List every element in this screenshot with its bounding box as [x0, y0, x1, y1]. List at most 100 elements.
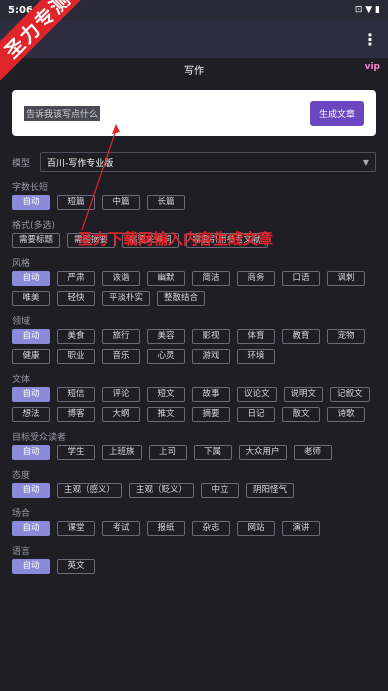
- option-chip[interactable]: 短篇: [57, 195, 95, 210]
- section-title: 字数长短: [12, 183, 49, 193]
- option-chip[interactable]: 中立: [201, 483, 240, 498]
- option-chip[interactable]: 需要标题: [12, 233, 61, 248]
- option-chip[interactable]: 美容: [147, 329, 185, 344]
- model-select-value: 百川-写作专业版: [47, 158, 114, 169]
- option-chip[interactable]: 杂志: [192, 521, 230, 536]
- option-chip[interactable]: 自动: [12, 559, 50, 574]
- chip-group: 自动 短信 评论 短文 故事 议论文 说明文 记叙文想法 博客 大纲 推文 摘要 日记 散文 诗歌: [12, 387, 376, 422]
- option-chip[interactable]: 课堂: [57, 521, 95, 536]
- option-chip[interactable]: 平淡朴实: [102, 291, 151, 306]
- app-bar: ⋮: [0, 20, 388, 58]
- option-chip[interactable]: 体育: [237, 329, 275, 344]
- option-chip[interactable]: 议论文: [237, 387, 277, 402]
- option-section: 字数长短自动 短篇 中篇 长篇: [0, 180, 388, 210]
- model-row: 模型 百川-写作专业版 ▼: [12, 152, 376, 172]
- option-chip[interactable]: 商务: [237, 271, 275, 286]
- option-chip[interactable]: 大纲: [102, 407, 140, 422]
- option-chip[interactable]: 博客: [57, 407, 95, 422]
- option-chip[interactable]: 美食: [57, 329, 95, 344]
- option-chip[interactable]: 讽刺: [327, 271, 365, 286]
- option-chip[interactable]: 长篇: [147, 195, 185, 210]
- chip-group: 自动 学生 上班族 上司 下属 大众用户 老师: [12, 445, 376, 460]
- option-chip[interactable]: 幽默: [147, 271, 185, 286]
- option-chip[interactable]: 下属: [193, 445, 232, 460]
- option-chip[interactable]: 自动: [12, 387, 50, 402]
- option-chip[interactable]: 自动: [12, 483, 50, 498]
- chip-group: 自动 短篇 中篇 长篇: [12, 195, 376, 210]
- option-chip[interactable]: 短信: [57, 387, 95, 402]
- option-chip[interactable]: 评论: [102, 387, 140, 402]
- chevron-down-icon: ▼: [362, 157, 369, 167]
- option-chip[interactable]: 诗歌: [327, 407, 365, 422]
- option-chip[interactable]: 教育: [282, 329, 320, 344]
- option-chip[interactable]: 散文: [282, 407, 320, 422]
- option-chip[interactable]: 主观（贬义）: [129, 483, 195, 498]
- option-chip[interactable]: 游戏: [192, 349, 230, 364]
- watermark-annotation: 圣力下载网输入内容生成文章: [78, 230, 274, 248]
- option-chip[interactable]: 环境: [237, 349, 275, 364]
- chip-group: 自动 英文: [12, 559, 376, 574]
- section-title: 领域: [12, 317, 31, 327]
- chip-group: 自动 课堂 考试 报纸 杂志 网站 演讲: [12, 521, 376, 536]
- option-chip[interactable]: 故事: [192, 387, 230, 402]
- option-chip[interactable]: 自动: [12, 271, 50, 286]
- option-chip[interactable]: 摘要: [192, 407, 230, 422]
- option-chip[interactable]: 主观（感义）: [57, 483, 123, 498]
- option-chip[interactable]: 记叙文: [330, 387, 370, 402]
- option-section: 场合自动 课堂 考试 报纸 杂志 网站 演讲: [0, 506, 388, 536]
- option-chip[interactable]: 推文: [147, 407, 185, 422]
- option-chip[interactable]: 唯美: [12, 291, 50, 306]
- option-chip[interactable]: 诙谐: [102, 271, 140, 286]
- model-select[interactable]: 百川-写作专业版 ▼: [40, 152, 376, 172]
- option-chip[interactable]: 轻快: [57, 291, 95, 306]
- option-chip[interactable]: 中篇: [102, 195, 140, 210]
- option-chip[interactable]: 演讲: [282, 521, 320, 536]
- section-title: 场合: [12, 509, 31, 519]
- option-chip[interactable]: 大众用户: [238, 445, 287, 460]
- option-chip[interactable]: 宠物: [327, 329, 365, 344]
- option-chip[interactable]: 报纸: [147, 521, 185, 536]
- option-chip[interactable]: 自动: [12, 445, 50, 460]
- option-section: 态度 自动 主观（感义） 主观（贬义） 中立 阴阳怪气: [0, 468, 388, 498]
- option-chip[interactable]: 阴阳怪气: [246, 483, 295, 498]
- generate-article-button[interactable]: 生成文章: [309, 100, 364, 126]
- option-chip[interactable]: 短文: [147, 387, 185, 402]
- status-icons: ⊡ ▼ ▮: [354, 5, 380, 15]
- option-section: 语言自动 英文: [0, 544, 388, 574]
- option-chip[interactable]: 想法: [12, 407, 50, 422]
- option-chip[interactable]: 简洁: [192, 271, 230, 286]
- option-chip[interactable]: 日记: [237, 407, 275, 422]
- option-chip[interactable]: 老师: [293, 445, 332, 460]
- option-chip[interactable]: 上班族: [102, 445, 142, 460]
- vip-badge-icon[interactable]: vip: [365, 62, 380, 72]
- option-chip[interactable]: 严肃: [57, 271, 95, 286]
- option-chip[interactable]: 网站: [237, 521, 275, 536]
- section-title: 语言: [12, 547, 31, 557]
- option-chip[interactable]: 英文: [57, 559, 95, 574]
- option-chip[interactable]: 口语: [282, 271, 320, 286]
- option-chip[interactable]: 职业: [57, 349, 95, 364]
- prompt-input-card[interactable]: 告诉我该写点什么 生成文章: [12, 90, 376, 136]
- chip-group: 自动 严肃 诙谐 幽默 简洁 商务 口语 讽刺唯美 轻快 平淡朴实 整散结合: [12, 271, 376, 306]
- option-section: 领域自动 美食 旅行 美容 影视 体育 教育 宠物健康 职业 音乐 心灵 游戏 环境: [0, 314, 388, 364]
- prompt-input[interactable]: 告诉我该写点什么: [24, 105, 101, 121]
- option-chip[interactable]: 整散结合: [157, 291, 206, 306]
- option-chip[interactable]: 自动: [12, 329, 50, 344]
- option-chip[interactable]: 学生: [57, 445, 95, 460]
- section-title: 文体: [12, 375, 31, 385]
- section-title: 目标受众读者: [12, 433, 67, 443]
- option-chip[interactable]: 健康: [12, 349, 50, 364]
- option-chip[interactable]: 音乐: [102, 349, 140, 364]
- option-chip[interactable]: 自动: [12, 521, 50, 536]
- option-chip[interactable]: 上司: [148, 445, 187, 460]
- option-chip[interactable]: 说明文: [283, 387, 324, 402]
- chip-group: 自动 美食 旅行 美容 影视 体育 教育 宠物健康 职业 音乐 心灵 游戏 环境: [12, 329, 376, 364]
- option-chip[interactable]: 心灵: [147, 349, 185, 364]
- option-chip[interactable]: 自动: [12, 195, 50, 210]
- option-chip[interactable]: 考试: [102, 521, 140, 536]
- more-menu-icon[interactable]: ⋮: [362, 30, 378, 49]
- option-chip[interactable]: 影视: [192, 329, 230, 344]
- option-section: 文体自动 短信 评论 短文 故事 议论文 说明文 记叙文想法 博客 大纲 推文 摘要 日记 散文 诗歌: [0, 372, 388, 422]
- option-section: 目标受众读者自动 学生 上班族 上司 下属 大众用户 老师: [0, 430, 388, 460]
- option-chip[interactable]: 旅行: [102, 329, 140, 344]
